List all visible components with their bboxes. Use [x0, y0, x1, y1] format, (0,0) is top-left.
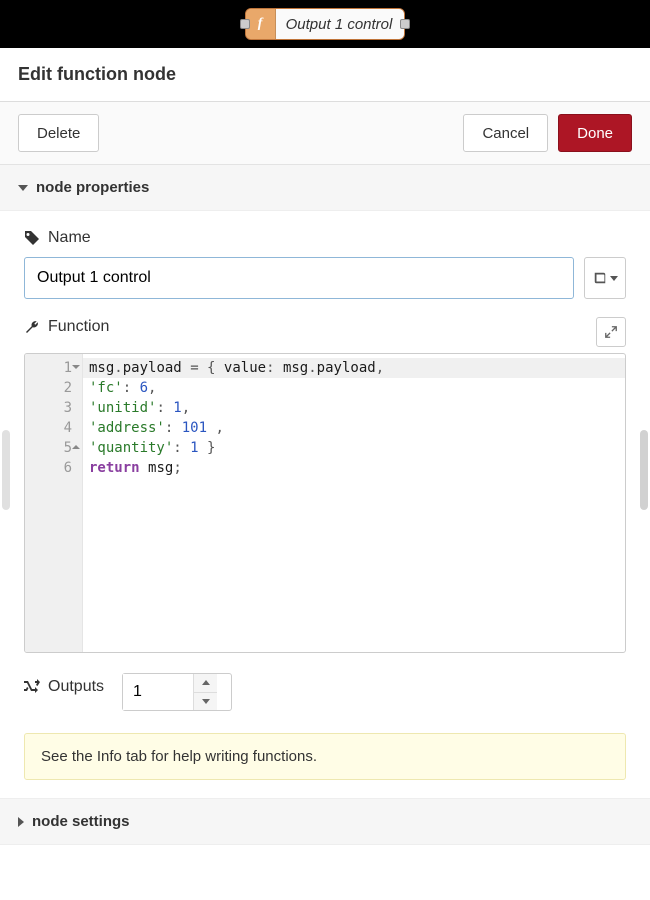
expand-editor-button[interactable]	[596, 317, 626, 347]
node-preview-bar: f Output 1 control	[0, 0, 650, 48]
section-label: node settings	[32, 813, 130, 830]
edit-panel: Edit function node Delete Cancel Done no…	[0, 48, 650, 845]
wrench-icon	[24, 319, 40, 335]
code-area[interactable]: msg.payload = { value: msg.payload,'fc':…	[83, 354, 625, 652]
triangle-down-icon	[202, 699, 210, 704]
section-node-settings[interactable]: node settings	[0, 798, 650, 845]
code-line[interactable]: 'fc': 6,	[89, 378, 619, 398]
outputs-step-down[interactable]	[194, 692, 217, 711]
outputs-label: Outputs	[48, 678, 104, 696]
code-line[interactable]: 'unitid': 1,	[89, 398, 619, 418]
name-label-row: Name	[24, 229, 626, 247]
line-number: 6	[25, 458, 82, 478]
node-title: Output 1 control	[276, 9, 405, 39]
line-number: 2	[25, 378, 82, 398]
line-gutter: 123456	[25, 354, 83, 652]
done-button[interactable]: Done	[558, 114, 632, 152]
scrollbar-thumb[interactable]	[640, 430, 648, 510]
function-label-row: Function	[24, 318, 109, 336]
input-port[interactable]	[240, 19, 250, 29]
line-number: 4	[25, 418, 82, 438]
outputs-spinner[interactable]	[122, 673, 232, 711]
scrollbar-thumb-left[interactable]	[2, 430, 10, 510]
outputs-input[interactable]	[123, 674, 193, 710]
function-label: Function	[48, 318, 109, 336]
library-button[interactable]	[584, 257, 626, 299]
delete-button[interactable]: Delete	[18, 114, 99, 152]
line-number: 3	[25, 398, 82, 418]
outputs-step-up[interactable]	[194, 674, 217, 692]
triangle-up-icon	[202, 680, 210, 685]
code-line[interactable]: msg.payload = { value: msg.payload,	[83, 358, 625, 378]
name-input[interactable]	[24, 257, 574, 299]
code-line[interactable]: 'address': 101 ,	[89, 418, 619, 438]
function-icon: f	[246, 9, 276, 39]
panel-title: Edit function node	[18, 64, 176, 85]
name-label: Name	[48, 229, 91, 247]
properties-body: Name Function 123456 msg.payload = { val…	[0, 211, 650, 798]
action-bar: Delete Cancel Done	[0, 102, 650, 165]
expand-icon	[604, 325, 618, 339]
shuffle-icon	[24, 679, 40, 695]
code-editor[interactable]: 123456 msg.payload = { value: msg.payloa…	[24, 353, 626, 653]
cancel-button[interactable]: Cancel	[463, 114, 548, 152]
chevron-right-icon	[18, 817, 24, 827]
chevron-down-icon	[18, 185, 28, 191]
outputs-label-row: Outputs	[24, 678, 104, 696]
function-node-pill[interactable]: f Output 1 control	[245, 8, 406, 40]
book-icon	[593, 271, 607, 285]
output-port[interactable]	[400, 19, 410, 29]
code-line[interactable]: return msg;	[89, 458, 619, 478]
code-line[interactable]: 'quantity': 1 }	[89, 438, 619, 458]
panel-header: Edit function node	[0, 48, 650, 102]
section-node-properties[interactable]: node properties	[0, 165, 650, 211]
section-label: node properties	[36, 179, 149, 196]
tag-icon	[24, 230, 40, 246]
line-number: 5	[25, 438, 82, 458]
caret-down-icon	[610, 276, 618, 281]
info-tip: See the Info tab for help writing functi…	[24, 733, 626, 780]
line-number: 1	[25, 358, 82, 378]
